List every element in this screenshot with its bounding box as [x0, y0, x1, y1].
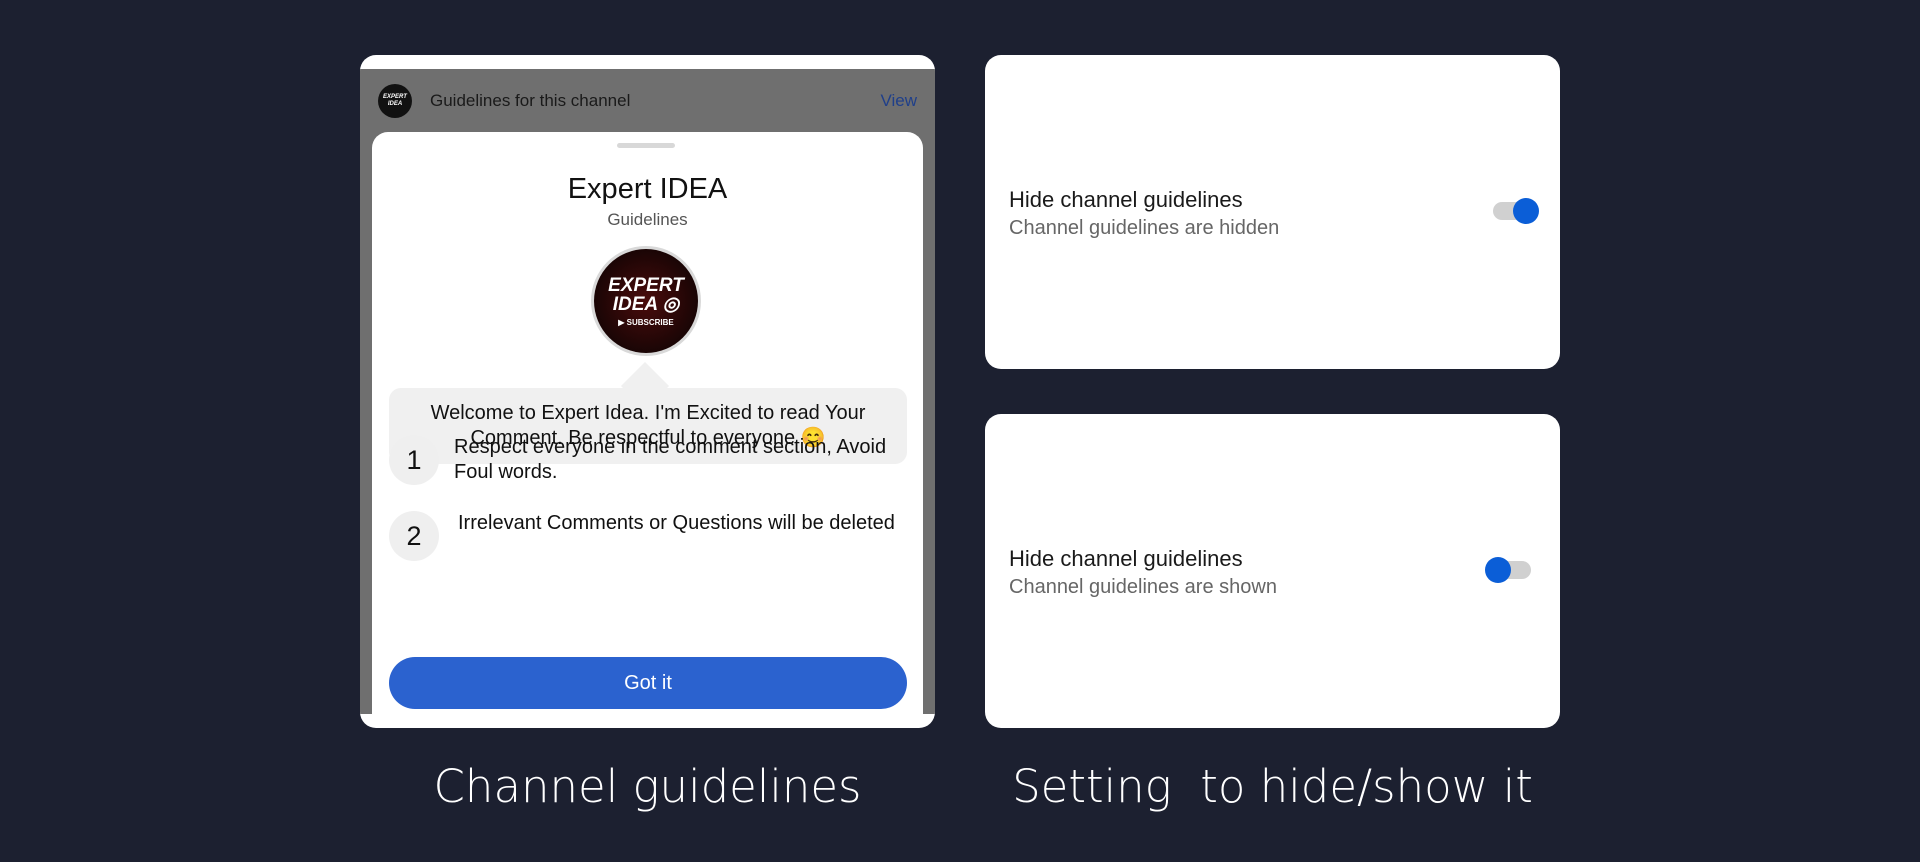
drag-handle[interactable] [617, 143, 675, 148]
rule-text: Irrelevant Comments or Questions will be… [458, 512, 895, 534]
logo-subscribe-text: ▶ SUBSCRIBE [618, 317, 674, 327]
guidelines-sheet: Expert IDEA Guidelines EXPERT IDEA ◎ ▶ S… [372, 132, 923, 714]
toggle-knob [1485, 557, 1511, 583]
view-link[interactable]: View [880, 91, 917, 111]
setting-description: Channel guidelines are hidden [1009, 217, 1280, 239]
setting-card-shown: Hide channel guidelines Channel guidelin… [985, 414, 1560, 728]
guidelines-bar[interactable]: EXPERT IDEA Guidelines for this channel … [360, 69, 935, 131]
setting-title: Hide channel guidelines [1009, 187, 1243, 212]
hide-guidelines-toggle[interactable] [1485, 557, 1531, 583]
rule-text: Respect everyone in the comment section,… [454, 436, 887, 483]
channel-logo: EXPERT IDEA ◎ ▶ SUBSCRIBE [594, 249, 698, 353]
caption-left: Channel guidelines [433, 760, 862, 813]
sheet-subtitle: Guidelines [607, 210, 688, 229]
logo-text-line1: EXPERT [608, 274, 684, 296]
guidelines-bar-title: Guidelines for this channel [430, 91, 631, 110]
setting-description: Channel guidelines are shown [1009, 576, 1277, 598]
setting-title: Hide channel guidelines [1009, 546, 1243, 571]
rule-number: 1 [389, 435, 439, 485]
hide-guidelines-toggle[interactable] [1493, 198, 1539, 224]
channel-avatar: EXPERT IDEA [378, 84, 412, 118]
sheet-title: Expert IDEA [567, 173, 728, 205]
caption-right: Setting to hide/show it [1012, 760, 1533, 813]
setting-card-hidden: Hide channel guidelines Channel guidelin… [985, 55, 1560, 369]
guidelines-panel: EXPERT IDEA Guidelines for this channel … [360, 55, 935, 728]
stage: EXPERT IDEA Guidelines for this channel … [0, 0, 1920, 862]
toggle-knob [1513, 198, 1539, 224]
rule-number: 2 [389, 511, 439, 561]
got-it-button[interactable]: Got it [389, 657, 907, 709]
logo-text-line2: IDEA ◎ [612, 293, 680, 315]
